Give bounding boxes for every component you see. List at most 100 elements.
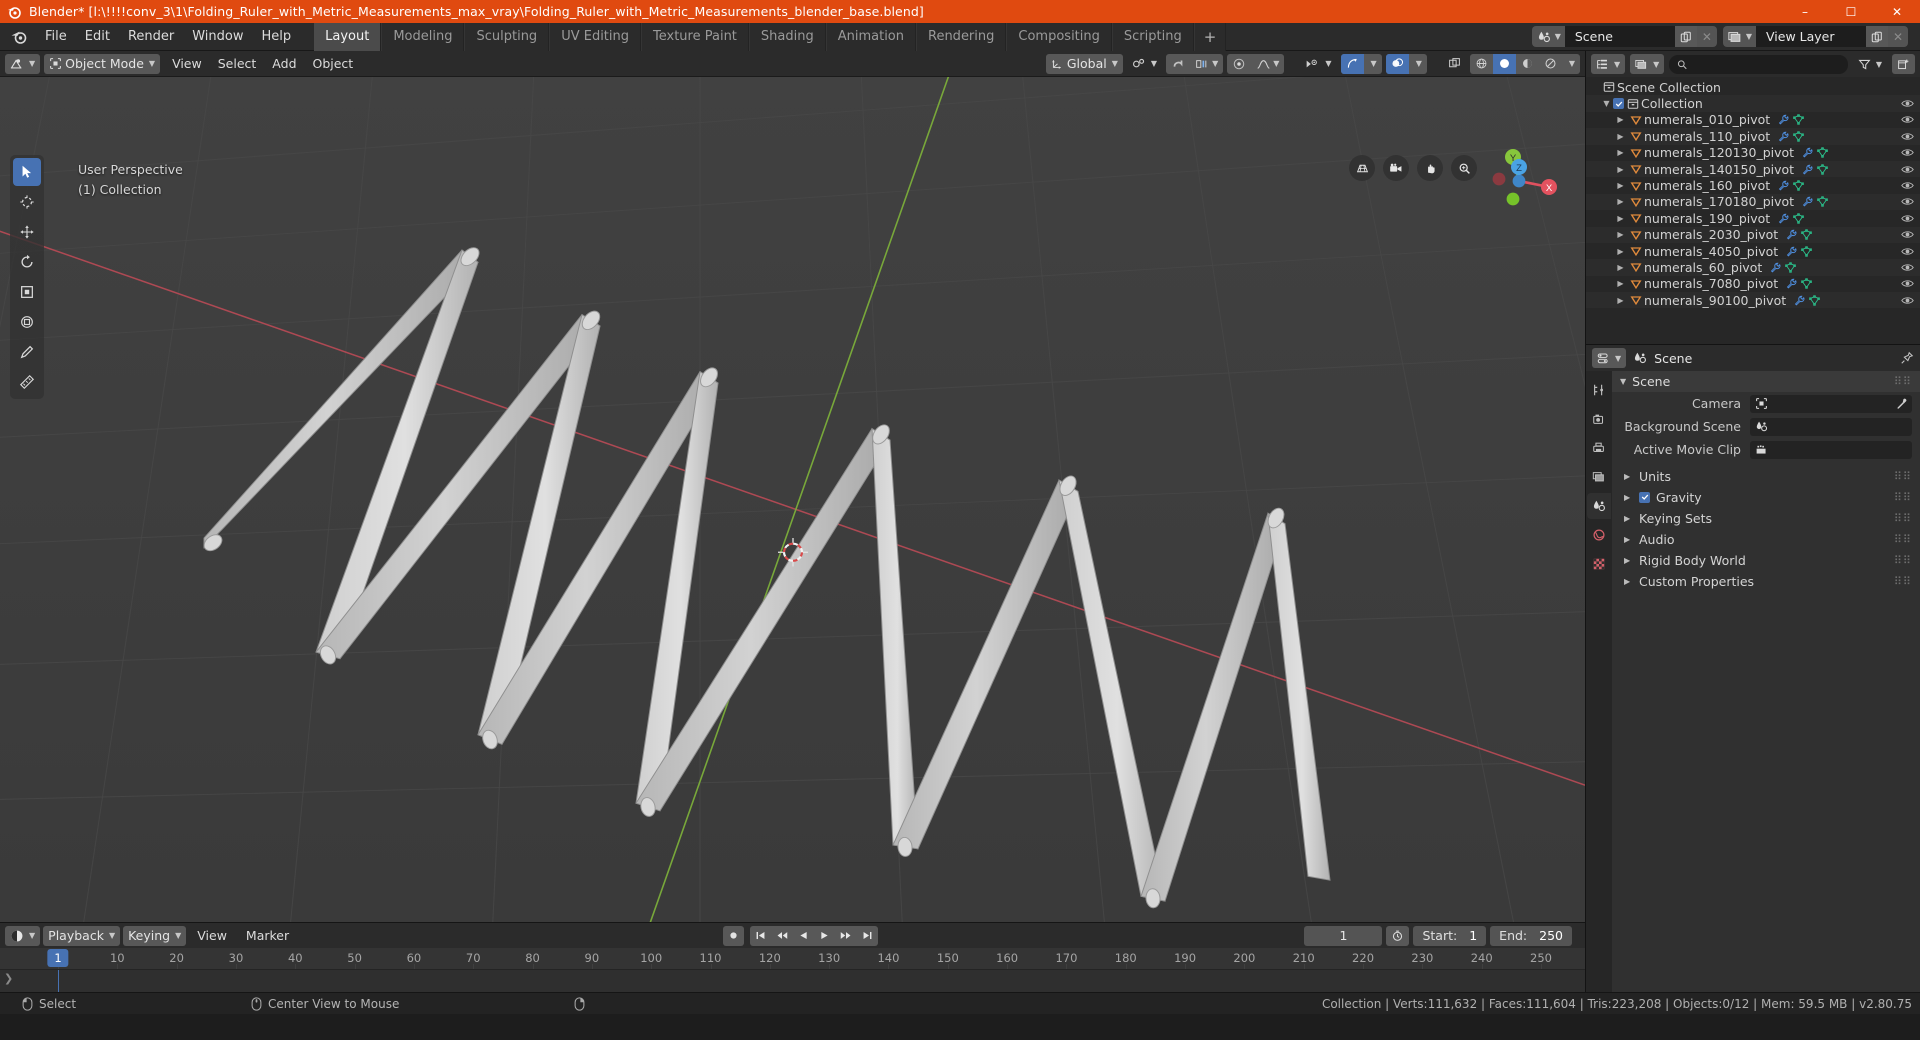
grid-toggle-icon[interactable]	[1349, 155, 1375, 181]
visibility-selector[interactable]: ▼	[1300, 54, 1336, 74]
menu-file[interactable]: File	[36, 26, 76, 47]
frame-end-field[interactable]: End: 250	[1490, 925, 1572, 946]
minimize-button[interactable]: –	[1782, 0, 1828, 23]
mesh-data-icon[interactable]	[1793, 114, 1805, 126]
view-layer-name[interactable]: View Layer	[1756, 26, 1866, 47]
mesh-data-icon[interactable]	[1801, 229, 1813, 240]
collapsed-panel-units[interactable]: ▶ Units ⠿⠿	[1612, 466, 1920, 486]
frame-start-field[interactable]: Start: 1	[1413, 925, 1487, 946]
outliner-row-object[interactable]: ▶ numerals_170180_pivot	[1586, 193, 1920, 211]
proportional-editing-toggle[interactable]	[1227, 54, 1251, 74]
view-layer-selector[interactable]: ▼ View Layer ✕	[1722, 26, 1908, 47]
object-visibility-icon[interactable]	[1901, 114, 1914, 125]
mesh-data-icon[interactable]	[1793, 180, 1805, 191]
scene-datablock-icon[interactable]: ▼	[1531, 26, 1565, 47]
tool-tab[interactable]	[1587, 377, 1611, 403]
mesh-data-icon[interactable]	[1793, 131, 1805, 142]
expand-triangle[interactable]: ▶	[1614, 263, 1627, 272]
new-scene-button[interactable]	[1674, 26, 1697, 47]
expand-triangle[interactable]: ▶	[1614, 247, 1627, 256]
measure-tool[interactable]	[13, 368, 41, 396]
expand-triangle[interactable]: ▶	[1614, 165, 1627, 174]
gizmo-toggle[interactable]	[1340, 53, 1364, 74]
3d-viewport[interactable]: User Perspective (1) Collection X Y Z	[0, 77, 1585, 922]
timeline-body[interactable]: ❯	[0, 970, 1585, 992]
panel-expand-triangle[interactable]: ▶	[1624, 577, 1633, 586]
scene-panel-header[interactable]: ▼ Scene ⠿⠿	[1612, 371, 1920, 392]
modifier-icon[interactable]	[1802, 147, 1813, 158]
outliner-row-object[interactable]: ▶ numerals_160_pivot	[1586, 177, 1920, 193]
new-collection-icon[interactable]	[1892, 54, 1915, 74]
mesh-data-icon[interactable]	[1817, 196, 1828, 208]
menu-help[interactable]: Help	[253, 26, 301, 47]
close-button[interactable]: ✕	[1874, 0, 1920, 23]
outliner-display-mode-selector[interactable]: ▼	[1630, 54, 1665, 74]
panel-drag-handle[interactable]: ⠿⠿	[1894, 554, 1920, 567]
object-visibility-icon[interactable]	[1901, 131, 1914, 142]
overlays-settings-dropdown[interactable]: ▼	[1409, 54, 1427, 74]
view-layer-datablock-icon[interactable]: ▼	[1722, 26, 1756, 47]
wireframe-shading-button[interactable]	[1470, 54, 1493, 74]
expand-triangle[interactable]: ▶	[1614, 279, 1627, 288]
falloff-type-selector[interactable]: ▼	[1251, 54, 1284, 74]
collapsed-panel-keying-sets[interactable]: ▶ Keying Sets ⠿⠿	[1612, 508, 1920, 528]
panel-expand-triangle[interactable]: ▶	[1624, 493, 1633, 502]
modifier-icon[interactable]	[1778, 114, 1789, 125]
expand-triangle[interactable]: ▶	[1614, 214, 1627, 223]
panel-drag-handle[interactable]: ⠿⠿	[1894, 512, 1920, 525]
object-visibility-icon[interactable]	[1901, 147, 1914, 158]
pin-icon[interactable]	[1900, 351, 1914, 365]
modifier-icon[interactable]	[1802, 196, 1813, 207]
scene-selector[interactable]: ▼ Scene ✕	[1531, 26, 1717, 47]
world-tab[interactable]	[1587, 522, 1611, 548]
object-visibility-icon[interactable]	[1901, 295, 1914, 306]
viewport-menu-object[interactable]: Object	[305, 54, 362, 73]
prev-keyframe-icon[interactable]	[771, 926, 793, 946]
snap-mode-selector[interactable]: ▼	[1190, 54, 1223, 74]
workspace-tab-layout[interactable]: Layout	[314, 22, 382, 51]
transform-tool[interactable]	[13, 308, 41, 336]
panel-drag-handle[interactable]: ⠿⠿	[1894, 575, 1920, 588]
texture-tab[interactable]	[1587, 551, 1611, 577]
eyedropper-icon[interactable]	[1896, 398, 1907, 409]
scale-tool[interactable]	[13, 278, 41, 306]
unlink-scene-button[interactable]: ✕	[1696, 26, 1717, 47]
outliner-search-input[interactable]	[1692, 57, 1840, 71]
timeline-marker-menu[interactable]: Marker	[238, 926, 297, 945]
blender-menu-icon[interactable]	[8, 27, 30, 47]
mesh-data-icon[interactable]	[1785, 262, 1797, 273]
modifier-icon[interactable]	[1794, 295, 1805, 306]
workspace-tab-scripting[interactable]: Scripting	[1111, 22, 1194, 51]
timeline-ruler[interactable]: 10 20 30 40 50 60 70 80 90 100 110 120 130 140 150 160 1…	[0, 948, 1585, 970]
object-visibility-icon[interactable]	[1901, 180, 1914, 191]
panel-drag-handle[interactable]: ⠿⠿	[1894, 533, 1920, 546]
workspace-tab-modeling[interactable]: Modeling	[381, 22, 465, 51]
outliner-row-object[interactable]: ▶ numerals_7080_pivot	[1586, 276, 1920, 292]
menu-window[interactable]: Window	[183, 26, 252, 47]
snap-magnet-toggle[interactable]	[1166, 54, 1190, 74]
outliner-search-box[interactable]	[1669, 54, 1848, 74]
outliner-row-object[interactable]: ▶ numerals_90100_pivot	[1586, 292, 1920, 309]
modifier-icon[interactable]	[1786, 278, 1797, 289]
properties-editor-type-selector[interactable]: ▼	[1592, 348, 1627, 368]
property-field[interactable]	[1750, 417, 1912, 436]
expand-triangle[interactable]: ▶	[1614, 132, 1627, 141]
panel-drag-handle[interactable]: ⠿⠿	[1894, 491, 1920, 504]
outliner-row-scene-collection[interactable]: Scene Collection	[1586, 79, 1920, 95]
workspace-tab-texture-paint[interactable]: Texture Paint	[641, 22, 749, 51]
panel-expand-triangle[interactable]: ▶	[1624, 556, 1633, 565]
workspace-tab-animation[interactable]: Animation	[825, 22, 916, 51]
modifier-icon[interactable]	[1786, 246, 1797, 257]
jump-end-icon[interactable]	[857, 926, 878, 946]
collapsed-panel-custom-properties[interactable]: ▶ Custom Properties ⠿⠿	[1612, 571, 1920, 591]
tweak-select-tool[interactable]	[13, 158, 41, 186]
scene-tab[interactable]	[1587, 493, 1611, 519]
zoom-view-icon[interactable]	[1451, 155, 1477, 181]
keying-menu[interactable]: Keying ▼	[123, 925, 187, 946]
expand-triangle[interactable]: ▶	[1614, 296, 1627, 305]
rendered-shading-button[interactable]	[1539, 54, 1562, 74]
outliner-row-object[interactable]: ▶ numerals_2030_pivot	[1586, 226, 1920, 243]
pan-view-icon[interactable]	[1417, 155, 1443, 181]
interaction-mode-selector[interactable]: Object Mode ▼	[44, 53, 161, 74]
mesh-data-icon[interactable]	[1801, 278, 1813, 290]
